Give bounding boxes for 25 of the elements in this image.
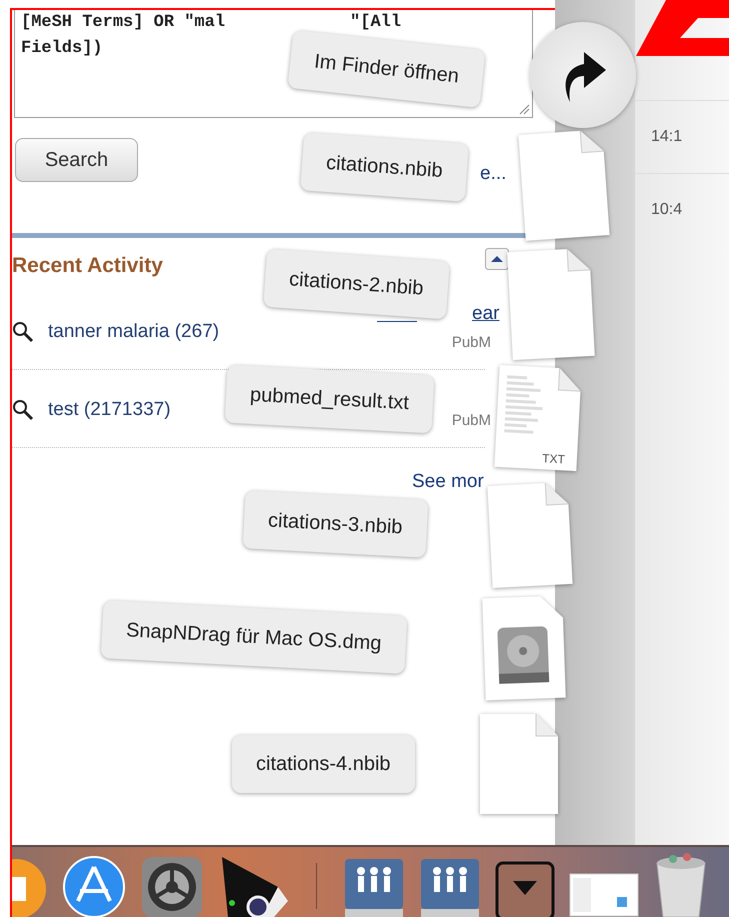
database-label: PubM: [452, 411, 491, 431]
search-icon: [12, 321, 34, 343]
history-link[interactable]: test (2171337): [48, 396, 171, 424]
shared-folder-icon[interactable]: [343, 857, 405, 917]
history-link[interactable]: tanner malaria (267): [48, 318, 220, 346]
search-icon: [12, 399, 34, 421]
downloads-stack-icon[interactable]: [495, 861, 555, 917]
section-title: Recent Activity: [12, 253, 163, 279]
query-text: Fields]): [21, 38, 103, 60]
collapse-icon[interactable]: [485, 248, 509, 270]
app-store-icon[interactable]: [62, 853, 126, 917]
resize-grip-icon[interactable]: [518, 103, 530, 115]
query-text: [MeSH Terms] OR "mal: [21, 12, 226, 34]
link-underline: [377, 321, 417, 322]
shared-folder-icon[interactable]: [419, 857, 481, 917]
clear-link[interactable]: ear: [472, 300, 500, 328]
screenshot-thumbnail-icon[interactable]: [569, 873, 639, 917]
see-more-link[interactable]: See mor: [412, 472, 484, 493]
time-text: 14:1: [635, 100, 729, 173]
file-type-label: TXT: [542, 450, 566, 468]
search-button[interactable]: Search: [15, 138, 138, 182]
time-text: 10:4: [635, 173, 729, 246]
database-label: PubM: [452, 333, 491, 353]
link-text[interactable]: e...: [480, 160, 506, 188]
file-name-label[interactable]: citations-4.nbib: [232, 735, 415, 793]
